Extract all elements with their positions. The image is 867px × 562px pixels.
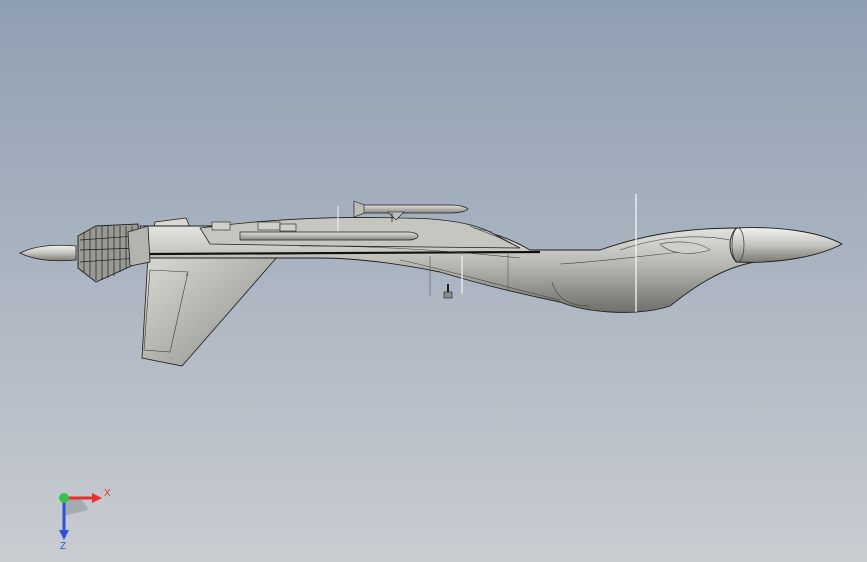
nose-cone[interactable] bbox=[729, 227, 843, 263]
orientation-triad[interactable]: X Z bbox=[44, 480, 114, 550]
y-axis-dot bbox=[59, 493, 69, 503]
tail-cone[interactable] bbox=[19, 244, 77, 262]
x-axis-label: X bbox=[104, 488, 111, 499]
graphics-viewport[interactable]: X Z bbox=[0, 0, 867, 562]
engine-nozzle[interactable] bbox=[77, 223, 151, 283]
tail-fin[interactable] bbox=[141, 255, 279, 367]
aircraft-model[interactable] bbox=[0, 0, 867, 562]
landing-gear[interactable] bbox=[443, 284, 453, 299]
z-axis-label: Z bbox=[60, 541, 66, 550]
